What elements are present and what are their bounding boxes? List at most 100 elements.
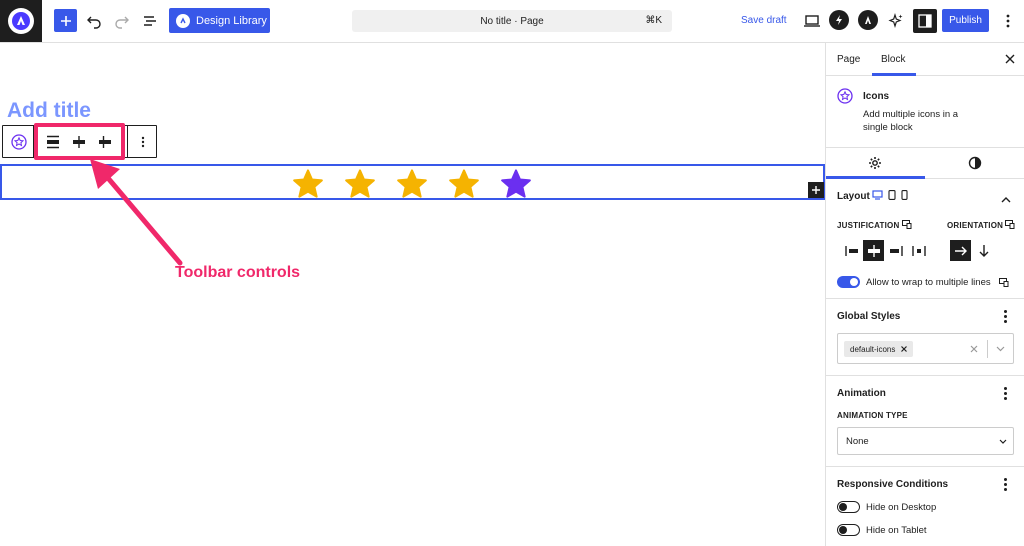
contrast-icon bbox=[968, 156, 982, 170]
plus-icon bbox=[60, 15, 71, 26]
icon-list bbox=[292, 168, 532, 200]
block-appender-button[interactable] bbox=[808, 182, 824, 198]
tab-block[interactable]: Block bbox=[881, 54, 905, 65]
global-styles-title[interactable]: Global Styles bbox=[837, 311, 900, 322]
hide-tablet-label: Hide on Tablet bbox=[866, 525, 927, 536]
device-switcher bbox=[872, 190, 908, 200]
select-separator bbox=[987, 340, 988, 358]
toggle-knob bbox=[839, 503, 847, 511]
list-view-icon bbox=[144, 16, 156, 26]
star-circle-icon bbox=[837, 88, 853, 109]
toolbar-separator bbox=[127, 126, 128, 157]
lightning-icon bbox=[836, 15, 842, 25]
hide-desktop-toggle[interactable] bbox=[837, 501, 860, 513]
ai-button[interactable] bbox=[884, 9, 908, 33]
chevron-down-icon bbox=[996, 346, 1005, 352]
wrap-toggle[interactable] bbox=[837, 276, 860, 288]
panel-divider bbox=[826, 466, 1024, 467]
block-type-button[interactable] bbox=[9, 132, 29, 152]
undo-icon bbox=[87, 16, 101, 29]
plus-icon bbox=[812, 186, 820, 194]
block-options-button[interactable] bbox=[133, 132, 153, 152]
justification-label: JUSTIFICATION bbox=[837, 221, 900, 230]
undo-button[interactable] bbox=[82, 9, 106, 33]
redo-button[interactable] bbox=[110, 9, 134, 33]
animation-type-label: ANIMATION TYPE bbox=[837, 411, 908, 420]
orientation-vertical-option[interactable] bbox=[973, 240, 994, 261]
justify-right-option[interactable] bbox=[885, 240, 906, 261]
star-icon[interactable] bbox=[292, 168, 324, 200]
panel-divider bbox=[826, 375, 1024, 376]
more-vertical-icon bbox=[1006, 14, 1010, 28]
star-icon[interactable] bbox=[344, 168, 376, 200]
save-draft-button[interactable]: Save draft bbox=[741, 15, 787, 26]
desktop-preview-icon bbox=[804, 15, 820, 27]
animation-panel-title[interactable]: Animation bbox=[837, 388, 886, 399]
collapse-panel-button[interactable] bbox=[1001, 191, 1011, 209]
document-overview-button[interactable] bbox=[138, 9, 162, 33]
annotation-label: Toolbar controls bbox=[175, 264, 301, 281]
animation-menu-button[interactable] bbox=[1004, 387, 1008, 402]
chevron-down-icon bbox=[999, 439, 1007, 444]
mobile-icon[interactable] bbox=[901, 190, 908, 200]
responsive-menu-button[interactable] bbox=[1004, 478, 1008, 493]
star-icon[interactable] bbox=[500, 168, 532, 200]
publish-button[interactable]: Publish bbox=[942, 9, 989, 32]
block-card-description: Add multiple icons in a single block bbox=[863, 109, 959, 133]
orientation-horizontal-option[interactable] bbox=[950, 240, 971, 261]
remove-chip-icon[interactable] bbox=[901, 346, 908, 352]
space-between-icon bbox=[911, 245, 926, 256]
shortcut-hint: ⌘K bbox=[645, 15, 662, 26]
block-card: Icons Add multiple icons in a single blo… bbox=[826, 76, 1024, 148]
responsive-icon[interactable] bbox=[902, 220, 912, 229]
sidebar-icon bbox=[918, 14, 932, 28]
justify-left-option[interactable] bbox=[841, 240, 862, 261]
global-style-chip-label: default-icons bbox=[850, 344, 896, 354]
star-icon[interactable] bbox=[396, 168, 428, 200]
hide-tablet-toggle[interactable] bbox=[837, 524, 860, 536]
panel-divider bbox=[826, 298, 1024, 299]
preview-button[interactable] bbox=[800, 9, 824, 33]
block-inserter-button[interactable] bbox=[54, 9, 77, 32]
performance-button[interactable] bbox=[829, 10, 849, 30]
editor-canvas: Add title Toolbar controls bbox=[0, 43, 825, 546]
desktop-icon[interactable] bbox=[872, 190, 883, 200]
global-styles-select[interactable]: default-icons bbox=[837, 333, 1014, 364]
design-library-button[interactable]: Design Library bbox=[169, 8, 270, 33]
animation-type-value: None bbox=[846, 435, 869, 447]
chevron-up-icon bbox=[1001, 197, 1011, 203]
justify-center-option[interactable] bbox=[863, 240, 884, 261]
kadence-settings-button[interactable] bbox=[858, 10, 878, 30]
more-vertical-icon bbox=[141, 136, 145, 148]
responsive-icon[interactable] bbox=[999, 278, 1009, 287]
justify-right-icon bbox=[889, 245, 903, 256]
responsive-conditions-title[interactable]: Responsive Conditions bbox=[837, 479, 948, 490]
animation-type-select[interactable]: None bbox=[837, 427, 1014, 455]
design-library-label: Design Library bbox=[196, 14, 267, 27]
block-card-title: Icons bbox=[863, 91, 890, 102]
close-sidebar-button[interactable] bbox=[1002, 51, 1018, 67]
tablet-icon[interactable] bbox=[888, 190, 896, 200]
global-style-chip: default-icons bbox=[844, 341, 914, 357]
layout-panel-title[interactable]: Layout bbox=[837, 191, 870, 202]
clear-icon[interactable] bbox=[970, 345, 978, 353]
active-subtab-indicator bbox=[826, 176, 925, 179]
options-menu-button[interactable] bbox=[996, 9, 1020, 33]
editor-header: Design Library No title · Page ⌘K Save d… bbox=[0, 0, 1024, 43]
design-library-icon bbox=[176, 13, 190, 28]
site-logo-button[interactable] bbox=[0, 0, 42, 42]
settings-sidebar-toggle[interactable] bbox=[913, 9, 937, 33]
global-styles-menu-button[interactable] bbox=[1004, 310, 1008, 325]
arrow-right-icon bbox=[954, 246, 967, 255]
command-palette-button[interactable]: No title · Page ⌘K bbox=[352, 10, 672, 32]
block-settings-tabs bbox=[826, 148, 1024, 179]
star-icon[interactable] bbox=[448, 168, 480, 200]
arrow-down-icon bbox=[979, 244, 988, 257]
tab-page[interactable]: Page bbox=[837, 54, 860, 65]
settings-tab[interactable] bbox=[868, 156, 882, 175]
post-title-placeholder[interactable]: Add title bbox=[7, 99, 91, 123]
responsive-icon[interactable] bbox=[1005, 220, 1015, 229]
styles-tab[interactable] bbox=[968, 156, 982, 175]
hide-desktop-label: Hide on Desktop bbox=[866, 502, 937, 513]
justify-space-between-option[interactable] bbox=[908, 240, 929, 261]
